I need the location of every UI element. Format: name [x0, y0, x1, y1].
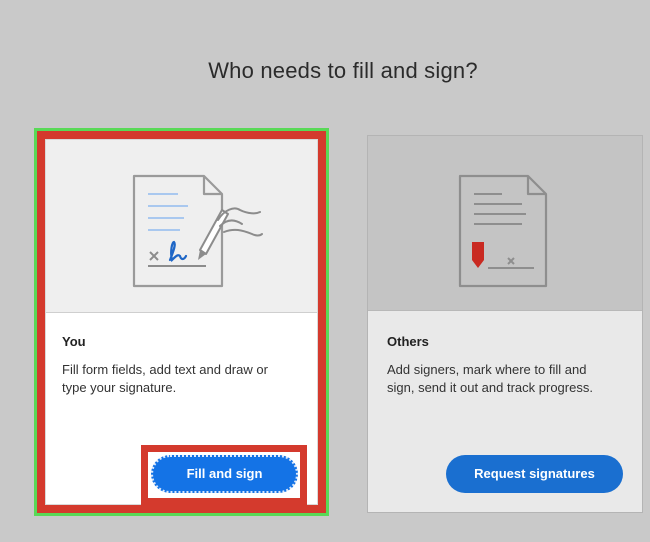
card-you-title: You	[62, 334, 86, 349]
card-others-description: Add signers, mark where to fill and sign…	[387, 361, 593, 397]
card-you-description: Fill form fields, add text and draw or t…	[62, 361, 268, 397]
document-request-icon	[458, 174, 548, 288]
card-others-description-line: Add signers, mark where to fill and	[387, 362, 587, 377]
card-you-description-line: type your signature.	[62, 380, 177, 395]
card-you-description-line: Fill form fields, add text and draw or	[62, 362, 268, 377]
card-others-description-line: sign, send it out and track progress.	[387, 380, 593, 395]
document-signature-icon	[132, 174, 263, 288]
page-title: Who needs to fill and sign?	[208, 58, 478, 83]
card-others-title: Others	[387, 334, 429, 349]
card-divider	[368, 310, 642, 311]
card-divider	[46, 312, 317, 313]
fill-and-sign-button[interactable]: Fill and sign	[151, 455, 298, 493]
request-signatures-button[interactable]: Request signatures	[446, 455, 623, 493]
